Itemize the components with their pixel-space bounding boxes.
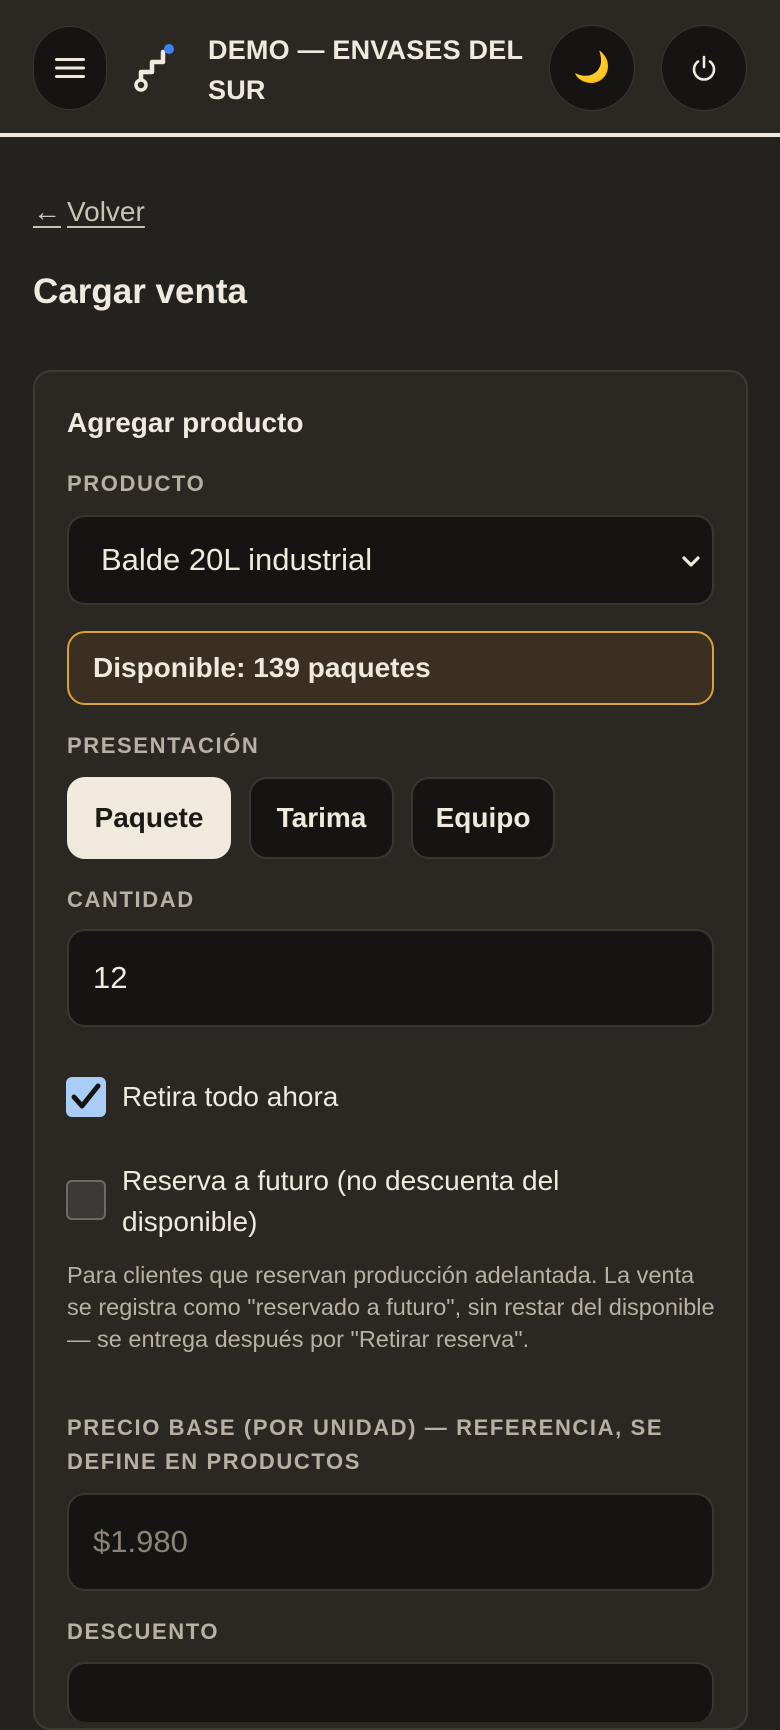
quantity-value: 12 bbox=[93, 960, 128, 995]
theme-toggle-button[interactable]: 🌙 bbox=[549, 25, 635, 111]
base-price-label: PRECIO BASE (POR UNIDAD) — REFERENCIA, S… bbox=[67, 1415, 664, 1474]
reserve-future-label[interactable]: Reserva a futuro (no descuenta del dispo… bbox=[122, 1160, 642, 1242]
presentation-option-tarima[interactable]: Tarima bbox=[249, 777, 394, 859]
product-select-value: Balde 20L industrial bbox=[101, 542, 373, 577]
moon-icon: 🌙 bbox=[573, 50, 611, 85]
checkmark-icon bbox=[71, 1083, 101, 1109]
menu-button[interactable] bbox=[33, 26, 107, 110]
app-header: DEMO — ENVASES DEL SUR 🌙 bbox=[0, 0, 780, 137]
power-icon bbox=[692, 55, 716, 81]
app-title: DEMO — ENVASES DEL SUR bbox=[208, 35, 523, 105]
product-label: PRODUCTO bbox=[67, 471, 206, 496]
reserve-help-text: Para clientes que reservan producción ad… bbox=[67, 1262, 715, 1352]
stock-available-badge: Disponible: 139 paquetes bbox=[67, 631, 714, 705]
chevron-down-icon bbox=[682, 556, 700, 567]
pickup-now-label[interactable]: Retira todo ahora bbox=[122, 1076, 338, 1117]
quantity-label: CANTIDAD bbox=[67, 887, 195, 912]
discount-label: DESCUENTO bbox=[67, 1619, 220, 1644]
pickup-now-checkbox[interactable] bbox=[66, 1077, 106, 1117]
presentation-option-equipo[interactable]: Equipo bbox=[411, 777, 555, 859]
logout-button[interactable] bbox=[661, 25, 747, 111]
back-link-label: Volver bbox=[67, 196, 145, 227]
quantity-input[interactable]: 12 bbox=[67, 929, 714, 1027]
base-price-value: $1.980 bbox=[93, 1524, 188, 1559]
reserve-future-checkbox[interactable] bbox=[66, 1180, 106, 1220]
discount-input[interactable] bbox=[67, 1662, 714, 1722]
hamburger-menu-icon bbox=[55, 58, 85, 78]
presentation-label: PRESENTACIÓN bbox=[67, 733, 260, 758]
stairs-logo-icon bbox=[134, 44, 174, 92]
page-title: Cargar venta bbox=[33, 272, 247, 311]
presentation-option-paquete[interactable]: Paquete bbox=[67, 777, 231, 859]
arrow-left-icon: ← bbox=[33, 196, 61, 227]
base-price-input: $1.980 bbox=[67, 1493, 714, 1591]
back-link[interactable]: ← Volver bbox=[33, 196, 145, 228]
product-select[interactable]: Balde 20L industrial bbox=[67, 515, 714, 605]
card-title: Agregar producto bbox=[67, 407, 304, 438]
